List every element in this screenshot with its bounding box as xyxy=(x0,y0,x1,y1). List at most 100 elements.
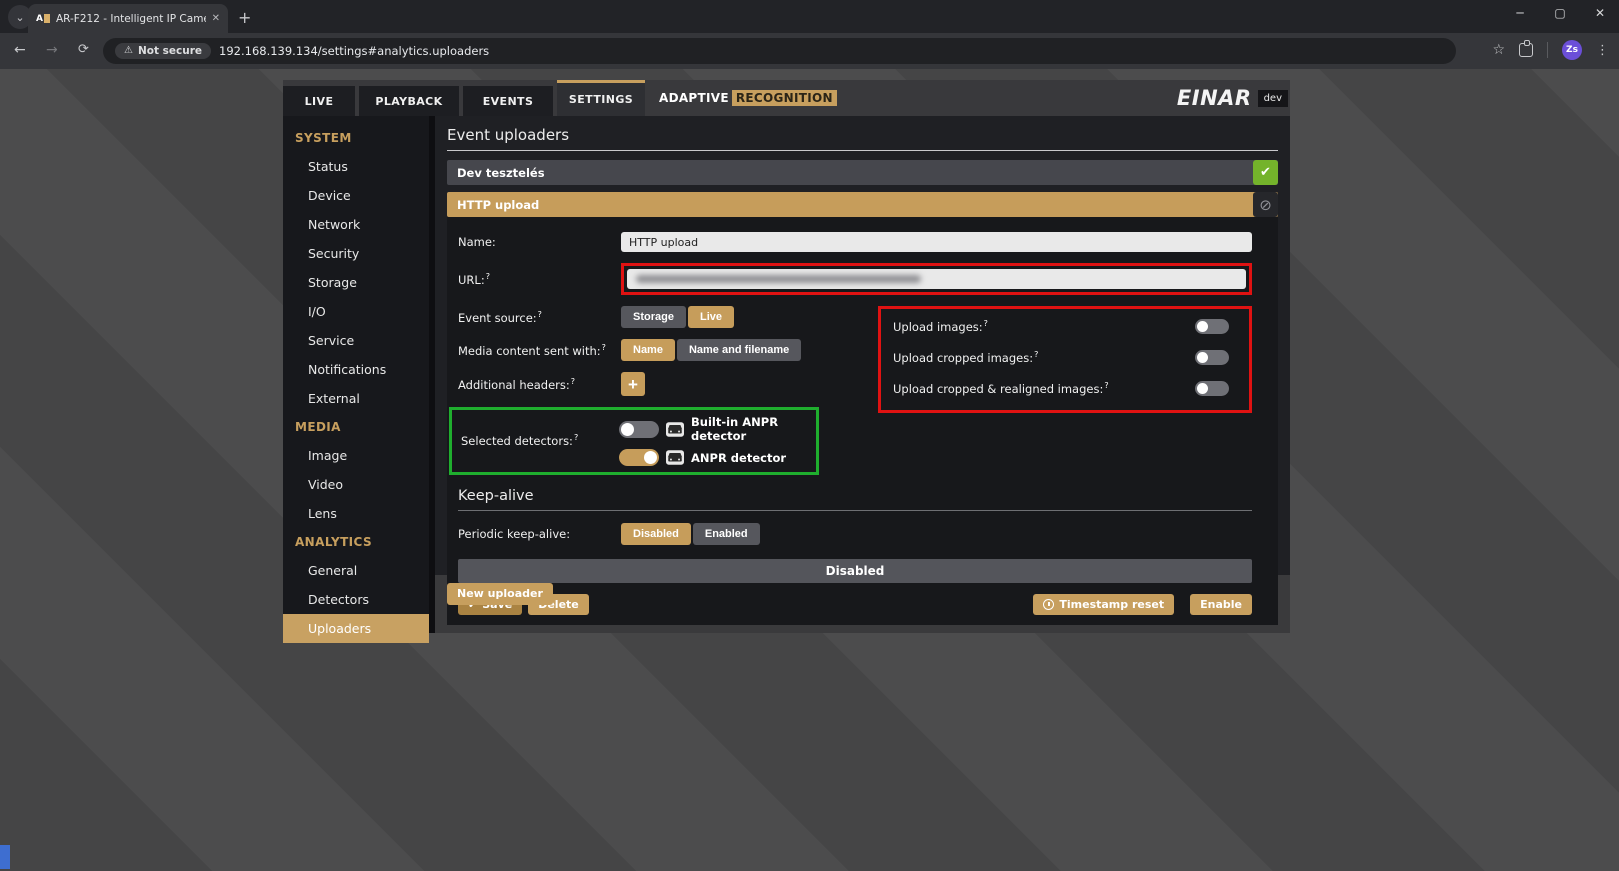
bookmark-star-icon[interactable]: ☆ xyxy=(1492,42,1505,58)
settings-sidebar: SYSTEM Status Device Network Security St… xyxy=(283,116,429,643)
sidebar-item-general[interactable]: General xyxy=(283,556,429,585)
window-minimize-button[interactable]: ─ xyxy=(1513,6,1527,20)
additional-headers-label: Additional headers:? xyxy=(458,376,576,392)
upload-images-label: Upload images:? xyxy=(893,319,988,334)
help-marker: ? xyxy=(485,271,490,281)
sidebar-item-notifications[interactable]: Notifications xyxy=(283,355,429,384)
sidebar-item-lens[interactable]: Lens xyxy=(283,499,429,528)
uploader-row-dev-teszteles[interactable]: Dev tesztelés ✔ xyxy=(447,160,1278,185)
sidebar-item-external[interactable]: External xyxy=(283,384,429,413)
sidebar-section-media: MEDIA xyxy=(295,420,341,434)
media-content-name-button[interactable]: Name xyxy=(621,339,675,361)
new-tab-button[interactable]: + xyxy=(238,8,251,27)
site-favicon-icon: A xyxy=(36,14,50,24)
tab-live[interactable]: LIVE xyxy=(283,86,355,116)
not-secure-chip[interactable]: ⚠ Not secure xyxy=(115,43,212,59)
sidebar-item-storage[interactable]: Storage xyxy=(283,268,429,297)
upload-cropped-toggle[interactable] xyxy=(1195,350,1229,365)
page-background: LIVE PLAYBACK EVENTS SETTINGS ADAPTIVE R… xyxy=(0,69,1619,871)
sidebar-section-analytics: ANALYTICS xyxy=(295,535,373,549)
forward-icon[interactable]: → xyxy=(46,42,58,58)
help-marker: ? xyxy=(1034,350,1039,360)
logo-recognition-text: RECOGNITION xyxy=(731,90,837,106)
browser-menu-icon[interactable]: ⋮ xyxy=(1596,43,1609,58)
help-marker: ? xyxy=(573,433,579,443)
sidebar-section-system: SYSTEM xyxy=(295,131,352,145)
window-close-button[interactable]: ✕ xyxy=(1593,6,1607,20)
tab-events[interactable]: EVENTS xyxy=(463,86,553,116)
help-marker: ? xyxy=(570,376,576,386)
anpr-toggle[interactable] xyxy=(619,449,659,466)
builtin-anpr-toggle[interactable] xyxy=(619,420,659,438)
sidebar-item-device[interactable]: Device xyxy=(283,181,429,210)
adaptive-recognition-logo: ADAPTIVE RECOGNITION xyxy=(659,80,837,116)
detector-row-builtin-anpr: Built-in ANPR detector xyxy=(619,415,808,443)
sidebar-item-network[interactable]: Network xyxy=(283,210,429,239)
upload-cropped-label: Upload cropped images:? xyxy=(893,350,1039,365)
sidebar-item-detectors[interactable]: Detectors xyxy=(283,585,429,614)
toolbar-divider xyxy=(1547,42,1548,58)
http-upload-form: Name: URL:? xyxy=(447,217,1278,625)
sidebar-item-video[interactable]: Video xyxy=(283,470,429,499)
upload-realigned-label: Upload cropped & realigned images:? xyxy=(893,381,1109,396)
keep-alive-heading: Keep-alive xyxy=(458,488,1252,511)
help-marker: ? xyxy=(1104,381,1109,391)
browser-tab-title: AR-F212 - Intelligent IP Camera xyxy=(55,12,206,25)
back-icon[interactable]: ← xyxy=(14,42,26,58)
add-header-button[interactable]: + xyxy=(621,372,645,396)
sidebar-item-status[interactable]: Status xyxy=(283,152,429,181)
upload-realigned-row: Upload cropped & realigned images:? xyxy=(893,381,1229,396)
app-header: LIVE PLAYBACK EVENTS SETTINGS ADAPTIVE R… xyxy=(283,80,1290,116)
uploader-enabled-check-button[interactable]: ✔ xyxy=(1253,160,1278,185)
detector-row-anpr: ANPR detector xyxy=(619,449,808,466)
uploader-disabled-button[interactable]: ⊘ xyxy=(1253,192,1278,217)
url-input[interactable] xyxy=(627,269,1246,289)
event-source-storage-button[interactable]: Storage xyxy=(621,306,686,328)
event-source-live-button[interactable]: Live xyxy=(687,306,734,328)
upload-images-row: Upload images:? xyxy=(893,319,1229,334)
logo-adaptive-text: ADAPTIVE xyxy=(659,91,729,105)
detector-label: ANPR detector xyxy=(691,450,787,465)
uploader-name: Dev tesztelés xyxy=(457,165,545,180)
browser-toolbar: ← → ⟳ ⚠ Not secure 192.168.139.134/setti… xyxy=(0,33,1619,69)
sidebar-item-uploaders[interactable]: Uploaders xyxy=(283,614,429,643)
brand-einar: EINAR xyxy=(1176,86,1252,110)
content-footer: New uploader xyxy=(435,575,1290,633)
sidebar-item-security[interactable]: Security xyxy=(283,239,429,268)
help-marker: ? xyxy=(601,342,606,352)
sidebar-item-service[interactable]: Service xyxy=(283,326,429,355)
new-uploader-button[interactable]: New uploader xyxy=(447,582,553,605)
tab-playback[interactable]: PLAYBACK xyxy=(359,86,459,116)
car-icon xyxy=(666,450,684,465)
profile-avatar[interactable]: Zs xyxy=(1562,40,1582,60)
green-annotation-detectors-box: Selected detectors:? Built-in ANPR detec… xyxy=(449,407,819,475)
upload-realigned-toggle[interactable] xyxy=(1195,381,1229,396)
car-icon xyxy=(666,421,684,437)
periodic-keep-alive-label: Periodic keep-alive: xyxy=(458,527,571,541)
blue-corner-fragment xyxy=(0,845,10,869)
sidebar-item-io[interactable]: I/O xyxy=(283,297,429,326)
tab-settings[interactable]: SETTINGS xyxy=(557,80,645,116)
uploader-row-http-upload[interactable]: HTTP upload ⊘ xyxy=(447,192,1278,217)
warning-icon: ⚠ xyxy=(124,45,133,56)
media-content-name-filename-button[interactable]: Name and filename xyxy=(676,339,802,361)
keep-alive-disabled-button[interactable]: Disabled xyxy=(621,523,691,545)
reload-icon[interactable]: ⟳ xyxy=(78,42,89,57)
browser-tab-strip: ⌄ A AR-F212 - Intelligent IP Camera ✕ + … xyxy=(0,0,1619,33)
red-annotation-upload-box: Upload images:? Upload cropped images:? … xyxy=(878,306,1252,413)
extensions-icon[interactable] xyxy=(1519,40,1533,57)
page-title: Event uploaders xyxy=(447,126,1278,151)
upload-images-toggle[interactable] xyxy=(1195,319,1229,334)
sidebar-item-image[interactable]: Image xyxy=(283,441,429,470)
selected-detectors-label: Selected detectors:? xyxy=(461,433,579,448)
keep-alive-enabled-button[interactable]: Enabled xyxy=(692,523,760,545)
red-annotation-url-box xyxy=(621,263,1252,295)
address-bar[interactable]: ⚠ Not secure 192.168.139.134/settings#an… xyxy=(103,38,1456,64)
tab-close-icon[interactable]: ✕ xyxy=(212,13,220,24)
help-marker: ? xyxy=(537,309,542,319)
browser-tab[interactable]: A AR-F212 - Intelligent IP Camera ✕ xyxy=(28,4,228,33)
detector-label: Built-in ANPR detector xyxy=(691,415,779,443)
name-input[interactable] xyxy=(621,232,1252,252)
window-maximize-button[interactable]: ▢ xyxy=(1553,6,1567,20)
event-uploaders-section: Event uploaders Dev tesztelés ✔ HTTP upl… xyxy=(435,116,1290,625)
